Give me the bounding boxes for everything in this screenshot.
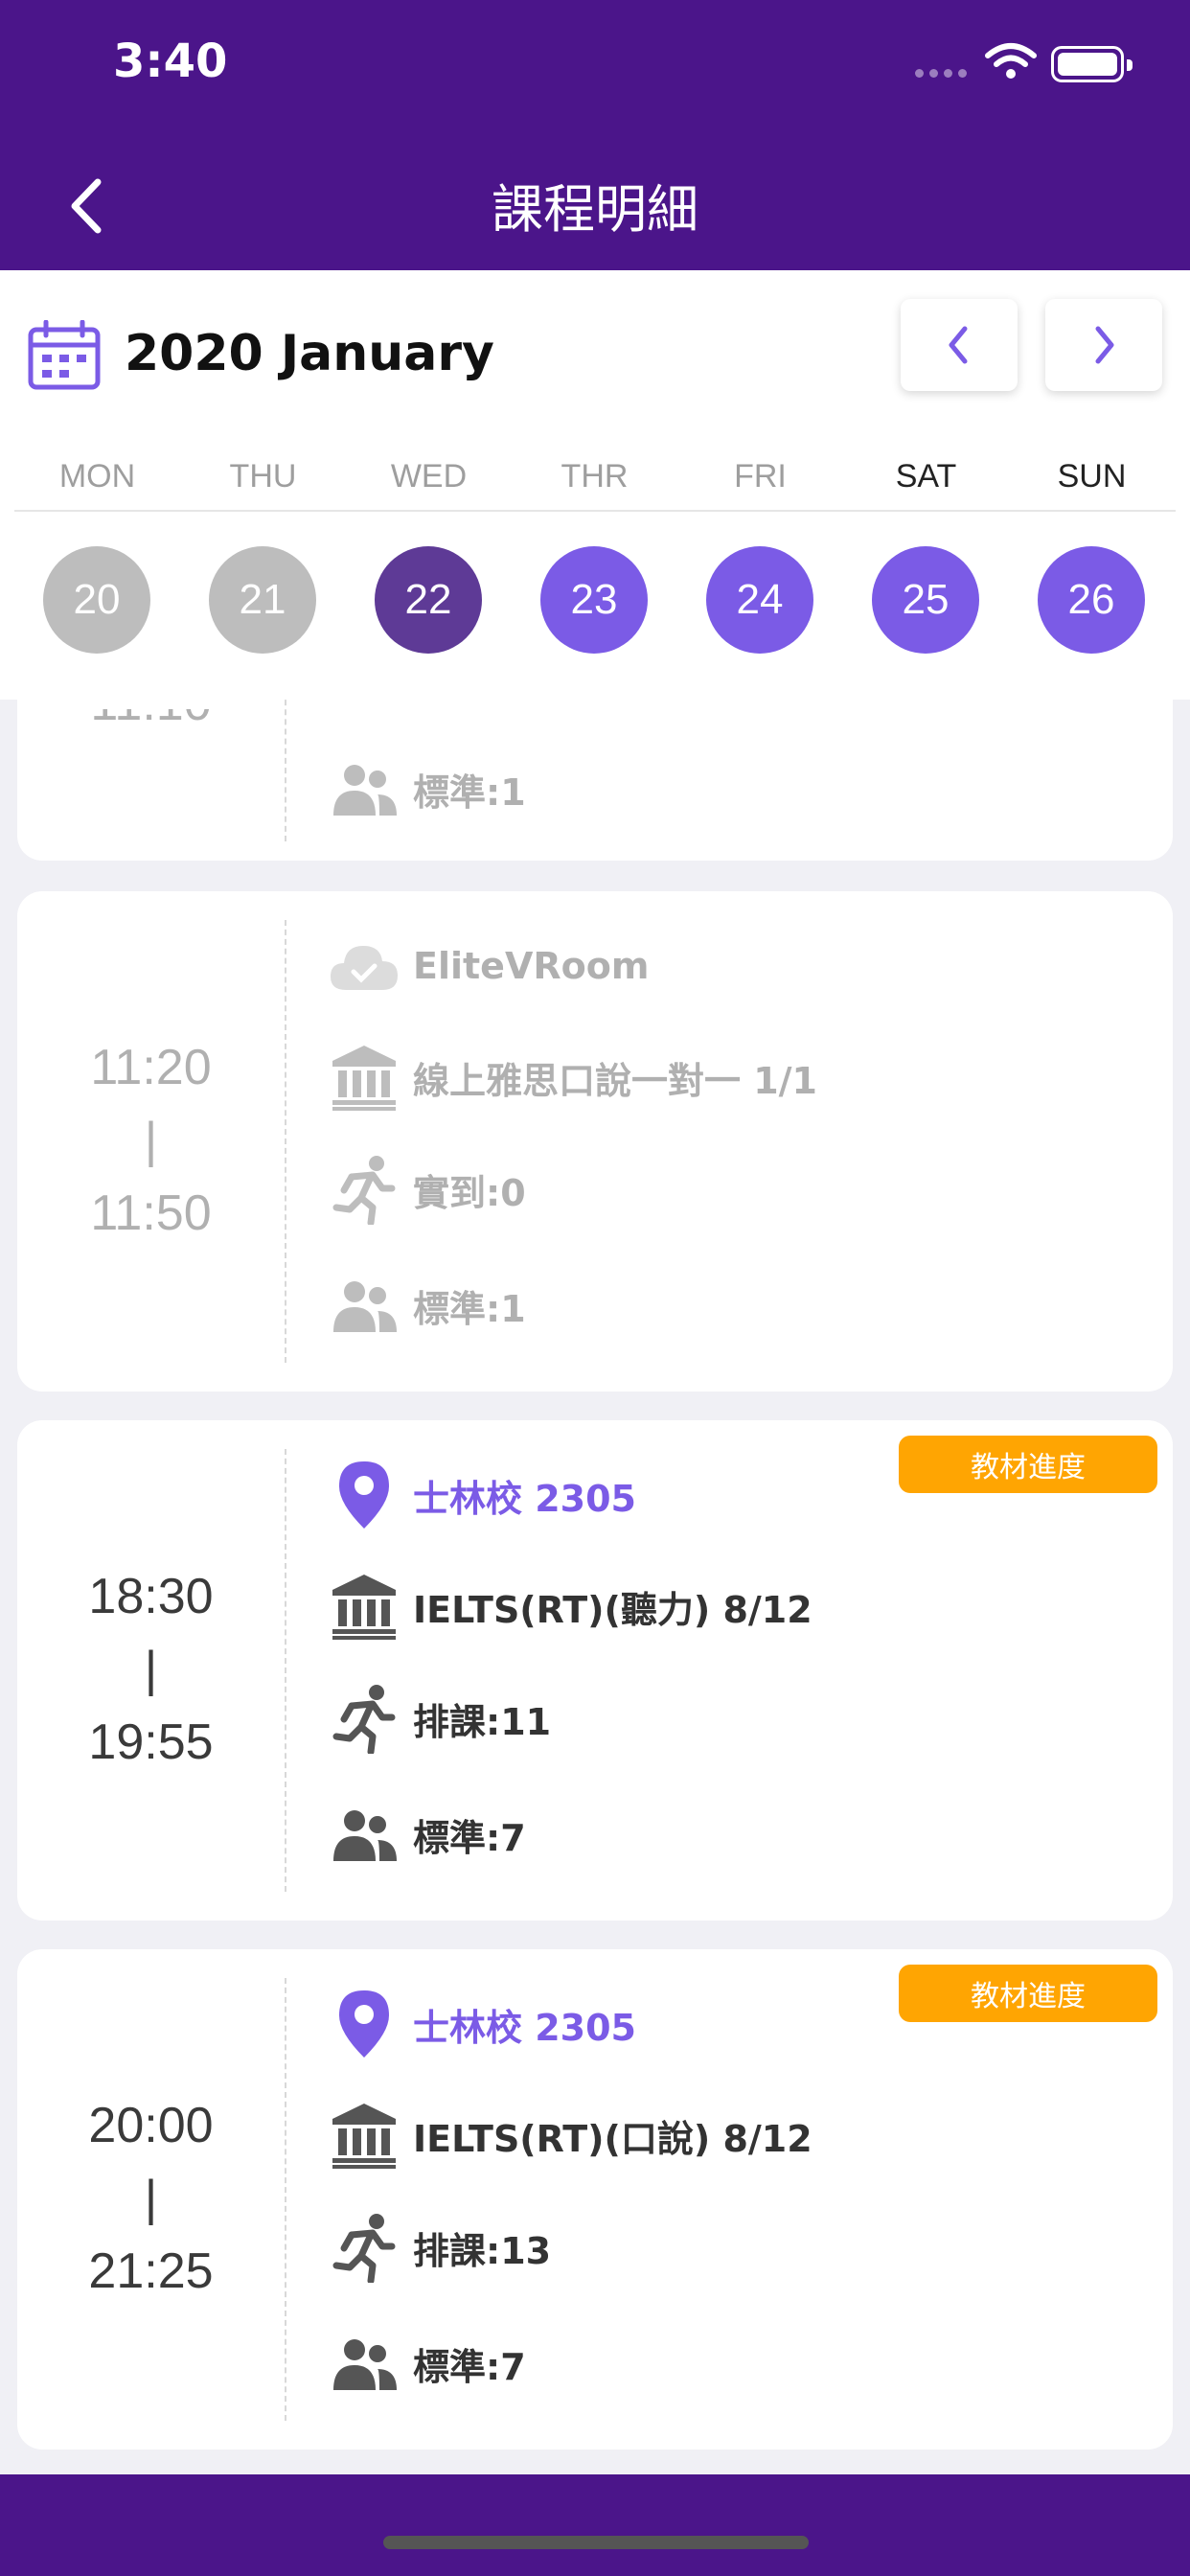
location-name: 士林校 2305 <box>413 1477 636 1520</box>
material-progress-button[interactable]: 教材進度 <box>899 1965 1157 2022</box>
attendance-count: 實到:0 <box>413 1171 526 1214</box>
scheduled-count: 排課:11 <box>413 1700 552 1743</box>
time-range: 20:00 | 21:25 <box>17 2089 285 2308</box>
classroom-icon <box>329 1571 400 1642</box>
cloud-check-icon <box>329 931 400 1001</box>
people-icon <box>329 1270 400 1341</box>
day-21[interactable]: 21 <box>209 546 316 654</box>
classroom-icon <box>329 2100 400 2171</box>
day-20[interactable]: 20 <box>43 546 150 654</box>
location-name: 士林校 2305 <box>413 2006 636 2049</box>
chevron-right-icon <box>1095 326 1114 364</box>
location-pin-icon <box>329 1460 400 1530</box>
weekday-label: WED <box>390 458 468 494</box>
previous-week-button[interactable] <box>901 299 1018 391</box>
day-26[interactable]: 26 <box>1038 546 1145 654</box>
end-time: 19:55 <box>88 1714 214 1770</box>
day-24[interactable]: 24 <box>706 546 813 654</box>
class-card[interactable]: 教材進度 20:00 | 21:25 士林校 2305 IELTS(RT)(口說… <box>17 1949 1173 2450</box>
material-progress-button[interactable]: 教材進度 <box>899 1436 1157 1493</box>
location-name: EliteVRoom <box>413 945 650 987</box>
location-row: 士林校 2305 <box>329 1986 636 2062</box>
card-divider <box>285 700 286 841</box>
course-row: 線上雅思口說一對一 1/1 <box>329 1039 817 1116</box>
weekday-label: MON <box>58 458 136 494</box>
standard-count: 標準:7 <box>413 2345 526 2388</box>
start-time: 18:30 <box>88 1569 214 1624</box>
bottom-bar <box>0 2474 1190 2576</box>
time-range: 11:10 <box>17 709 285 738</box>
course-row: IELTS(RT)(口說) 8/12 <box>329 2097 812 2174</box>
start-time: 11:10 <box>17 709 285 738</box>
class-list[interactable]: 11:10 標準:1 11:20 | 11:50 EliteVRoom 線上雅思 <box>0 700 1190 2474</box>
start-time: 20:00 <box>88 2098 214 2153</box>
wifi-icon <box>985 43 1037 79</box>
standard-count: 標準:1 <box>413 770 526 814</box>
location-pin-icon <box>329 1989 400 2059</box>
calendar-icon <box>28 320 101 390</box>
weekday-label: THR <box>561 458 629 494</box>
time-separator: | <box>144 1642 158 1697</box>
course-name: 線上雅思口說一對一 1/1 <box>413 1059 817 1102</box>
weekday-row: MON THU WED THR FRI SAT SUN <box>14 458 1176 512</box>
standard-count: 標準:7 <box>413 1816 526 1859</box>
class-card[interactable]: 教材進度 18:30 | 19:55 士林校 2305 IELTS(RT)(聽力… <box>17 1420 1173 1920</box>
course-row: IELTS(RT)(聽力) 8/12 <box>329 1568 812 1644</box>
attendance-row: 排課:13 <box>329 2209 551 2286</box>
runner-icon <box>329 2212 400 2283</box>
attendance-row: 排課:11 <box>329 1680 551 1757</box>
class-card[interactable]: 11:10 標準:1 <box>17 700 1173 861</box>
time-range: 18:30 | 19:55 <box>17 1560 285 1779</box>
scheduled-count: 排課:13 <box>413 2229 552 2272</box>
class-card[interactable]: 11:20 | 11:50 EliteVRoom 線上雅思口說一對一 1/1 實… <box>17 891 1173 1392</box>
day-23[interactable]: 23 <box>540 546 648 654</box>
chevron-left-icon <box>949 326 968 364</box>
week-calendar: 2020 January MON THU WED THR FRI SAT SUN… <box>0 270 1190 700</box>
time-separator: | <box>144 1113 158 1168</box>
weekday-label: THU <box>229 458 297 494</box>
status-time: 3:40 <box>113 34 228 88</box>
weekday-label: SUN <box>1057 458 1127 494</box>
page-title: 課程明細 <box>492 179 698 240</box>
attendance-row: 實到:0 <box>329 1151 526 1228</box>
status-bar: 3:40 <box>0 0 1190 134</box>
nav-bar: 課程明細 <box>0 134 1190 270</box>
course-name: IELTS(RT)(口說) 8/12 <box>413 2117 812 2160</box>
start-time: 11:20 <box>90 1040 212 1095</box>
day-22-selected[interactable]: 22 <box>375 546 482 654</box>
standard-row: 標準:1 <box>329 750 526 827</box>
location-row: EliteVRoom <box>329 928 649 1004</box>
classroom-icon <box>329 1042 400 1113</box>
end-time: 11:50 <box>90 1185 212 1241</box>
standard-row: 標準:7 <box>329 1796 526 1873</box>
card-divider <box>285 1978 286 2421</box>
cellular-signal-icon <box>915 69 967 78</box>
runner-icon <box>329 1683 400 1754</box>
month-label: 2020 January <box>125 325 494 382</box>
weekday-label: FRI <box>734 458 787 494</box>
day-25[interactable]: 25 <box>872 546 979 654</box>
home-indicator[interactable] <box>383 2536 809 2549</box>
people-icon <box>329 1799 400 1870</box>
battery-icon <box>1051 46 1133 82</box>
time-separator: | <box>144 2171 158 2226</box>
card-divider <box>285 1449 286 1892</box>
standard-row: 標準:7 <box>329 2325 526 2402</box>
standard-row: 標準:1 <box>329 1267 526 1344</box>
end-time: 21:25 <box>88 2243 214 2299</box>
people-icon <box>329 2328 400 2399</box>
next-week-button[interactable] <box>1045 299 1162 391</box>
standard-count: 標準:1 <box>413 1287 526 1330</box>
weekday-label: SAT <box>895 458 957 494</box>
course-name: IELTS(RT)(聽力) 8/12 <box>413 1588 812 1631</box>
runner-icon <box>329 1154 400 1225</box>
people-icon <box>329 753 400 824</box>
location-row: 士林校 2305 <box>329 1457 636 1533</box>
card-divider <box>285 920 286 1363</box>
time-range: 11:20 | 11:50 <box>17 1031 285 1250</box>
